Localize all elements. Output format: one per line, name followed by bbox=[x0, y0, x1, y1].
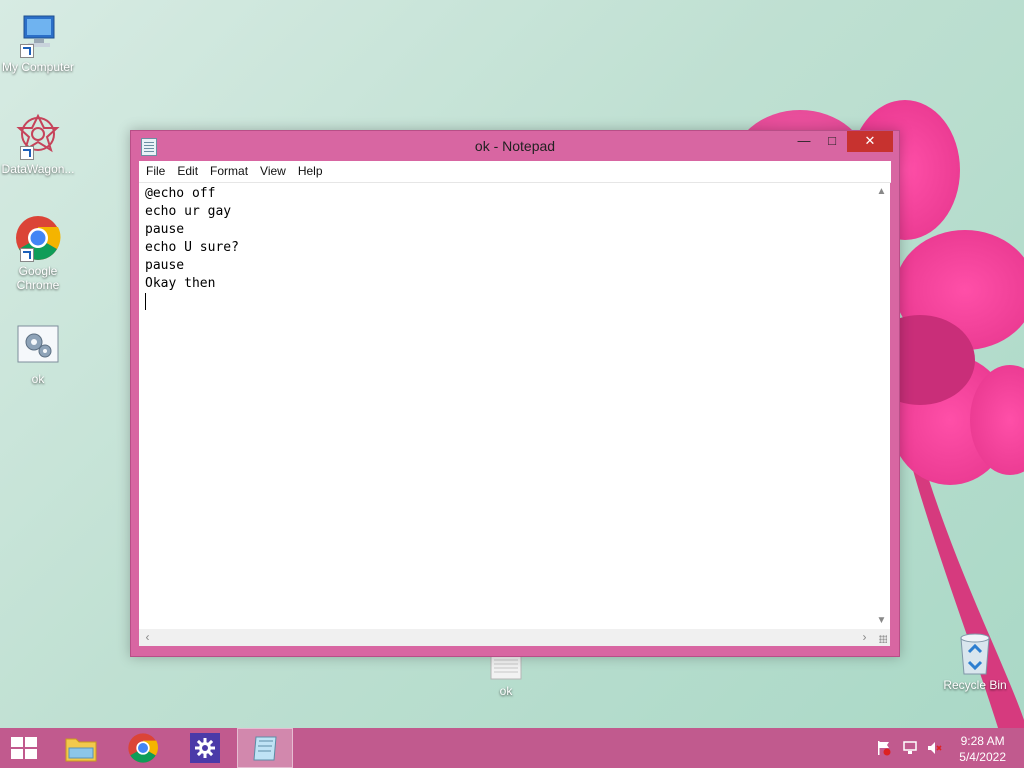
desktop-icon-label: My Computer bbox=[1, 60, 75, 74]
system-tray: 9:28 AM 5/4/2022 bbox=[864, 728, 1024, 768]
desktop-icon-ok-batch[interactable]: ok bbox=[0, 322, 78, 386]
horizontal-scrollbar[interactable]: ‹ › bbox=[139, 629, 873, 646]
maximize-icon: □ bbox=[828, 133, 836, 148]
desktop-icon-label: ok bbox=[499, 684, 513, 698]
menu-format[interactable]: Format bbox=[204, 161, 254, 182]
menu-bar: File Edit Format View Help bbox=[139, 161, 891, 183]
text-file-icon bbox=[482, 654, 530, 682]
menu-file[interactable]: File bbox=[140, 161, 171, 182]
taskbar: 9:28 AM 5/4/2022 bbox=[0, 728, 1024, 768]
text-caret bbox=[145, 293, 146, 310]
batch-file-gear-icon bbox=[14, 322, 62, 370]
network-icon[interactable] bbox=[902, 740, 918, 756]
recycle-bin-icon bbox=[951, 630, 999, 676]
desktop-icon-label: ok bbox=[31, 372, 45, 386]
desktop-icon-label: DataWagon... bbox=[1, 162, 75, 176]
gear-icon bbox=[190, 733, 220, 763]
chrome-icon bbox=[14, 214, 62, 262]
clock-time: 9:28 AM bbox=[960, 734, 1005, 748]
scroll-right-arrow-icon[interactable]: › bbox=[856, 629, 873, 646]
menu-view[interactable]: View bbox=[254, 161, 292, 182]
start-button[interactable] bbox=[0, 728, 48, 768]
chrome-icon bbox=[128, 733, 158, 763]
notepad-window[interactable]: ok - Notepad — □ ✕ File Edit Format View Hel… bbox=[130, 130, 900, 657]
taskbar-google-chrome[interactable] bbox=[114, 728, 172, 768]
maximize-button[interactable]: □ bbox=[819, 131, 845, 152]
scroll-left-arrow-icon[interactable]: ‹ bbox=[139, 629, 156, 646]
minimize-button[interactable]: — bbox=[791, 131, 817, 152]
system-clock[interactable]: 9:28 AM 5/4/2022 bbox=[959, 733, 1006, 765]
minimize-icon: — bbox=[797, 133, 811, 148]
desktop-icon-datawagon[interactable]: DataWagon... bbox=[0, 112, 78, 176]
desktop-icon-recycle-bin[interactable]: Recycle Bin bbox=[935, 630, 1015, 692]
text-editor[interactable]: @echo off echo ur gay pause echo U sure?… bbox=[139, 183, 881, 629]
vertical-scrollbar[interactable]: ▲ ▼ bbox=[873, 183, 890, 629]
desktop-icon-google-chrome[interactable]: Google Chrome bbox=[0, 214, 78, 292]
desktop-icon-label: Google Chrome bbox=[16, 264, 60, 292]
computer-icon bbox=[14, 10, 62, 58]
menu-help[interactable]: Help bbox=[292, 161, 329, 182]
desktop-icon-ok-text[interactable]: ok bbox=[466, 654, 546, 698]
resize-grip[interactable] bbox=[873, 629, 890, 646]
action-center-flag-icon[interactable] bbox=[876, 740, 892, 756]
menu-edit[interactable]: Edit bbox=[171, 161, 204, 182]
window-titlebar[interactable]: ok - Notepad — □ ✕ bbox=[131, 131, 899, 161]
windows-logo-icon bbox=[11, 737, 37, 759]
desktop-icon-label: Recycle Bin bbox=[943, 678, 1007, 692]
shortcut-arrow-icon bbox=[20, 44, 34, 58]
desktop-icon-my-computer[interactable]: My Computer bbox=[0, 10, 78, 74]
folder-icon bbox=[65, 738, 97, 762]
taskbar-file-explorer[interactable] bbox=[52, 728, 110, 768]
window-title: ok - Notepad bbox=[474, 138, 556, 154]
datawagon-icon bbox=[14, 112, 62, 160]
close-icon: ✕ bbox=[864, 133, 876, 148]
scroll-up-arrow-icon[interactable]: ▲ bbox=[873, 183, 890, 200]
shortcut-arrow-icon bbox=[20, 146, 34, 160]
close-button[interactable]: ✕ bbox=[847, 131, 893, 152]
notepad-icon bbox=[253, 736, 277, 761]
editor-text: @echo off echo ur gay pause echo U sure?… bbox=[145, 186, 239, 291]
scroll-down-arrow-icon[interactable]: ▼ bbox=[873, 612, 890, 629]
shortcut-arrow-icon bbox=[20, 248, 34, 262]
clock-date: 5/4/2022 bbox=[959, 750, 1006, 764]
volume-muted-icon[interactable] bbox=[926, 740, 942, 756]
taskbar-notepad[interactable] bbox=[237, 728, 293, 768]
taskbar-settings[interactable] bbox=[176, 728, 234, 768]
